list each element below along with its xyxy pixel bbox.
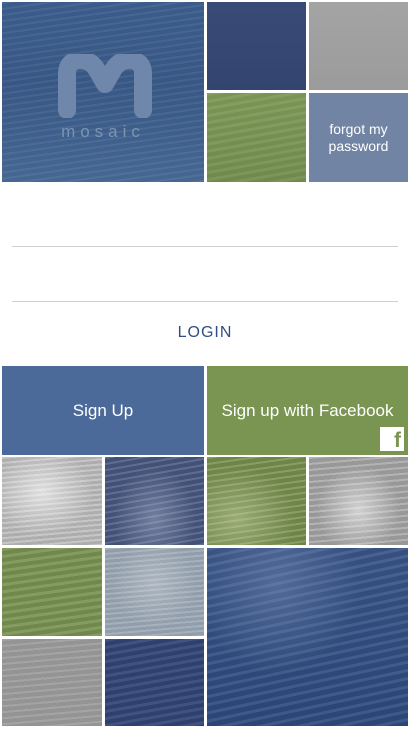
- forgot-password-button[interactable]: forgot my password: [309, 93, 408, 182]
- password-field[interactable]: [12, 263, 398, 302]
- forgot-password-label: forgot my password: [328, 120, 389, 154]
- decorative-tile-navy: [207, 2, 306, 90]
- decorative-image-tile: [2, 457, 102, 545]
- login-button[interactable]: LOGIN: [130, 318, 280, 348]
- decorative-image-tile: [105, 639, 204, 726]
- decorative-image-tile: [2, 548, 102, 636]
- logo-tile: mosaic: [2, 2, 204, 182]
- decorative-image-tile: [105, 457, 204, 545]
- decorative-image-tile: [309, 457, 408, 545]
- facebook-icon: f: [380, 427, 404, 451]
- sign-up-label: Sign Up: [72, 400, 134, 420]
- username-field[interactable]: [12, 208, 398, 247]
- mosaic-m-logo-icon: [58, 54, 152, 118]
- decorative-image-tile-large: [207, 548, 408, 726]
- decorative-image-tile: [105, 548, 204, 636]
- decorative-tile-green: [207, 93, 306, 182]
- sign-up-facebook-label: Sign up with Facebook: [221, 400, 394, 420]
- brand-name: mosaic: [61, 122, 145, 141]
- sign-up-button[interactable]: Sign Up: [2, 366, 204, 455]
- decorative-tile-gray: [309, 2, 408, 90]
- decorative-image-tile: [207, 457, 306, 545]
- sign-up-facebook-button[interactable]: Sign up with Facebook f: [207, 366, 408, 455]
- decorative-image-tile: [2, 639, 102, 726]
